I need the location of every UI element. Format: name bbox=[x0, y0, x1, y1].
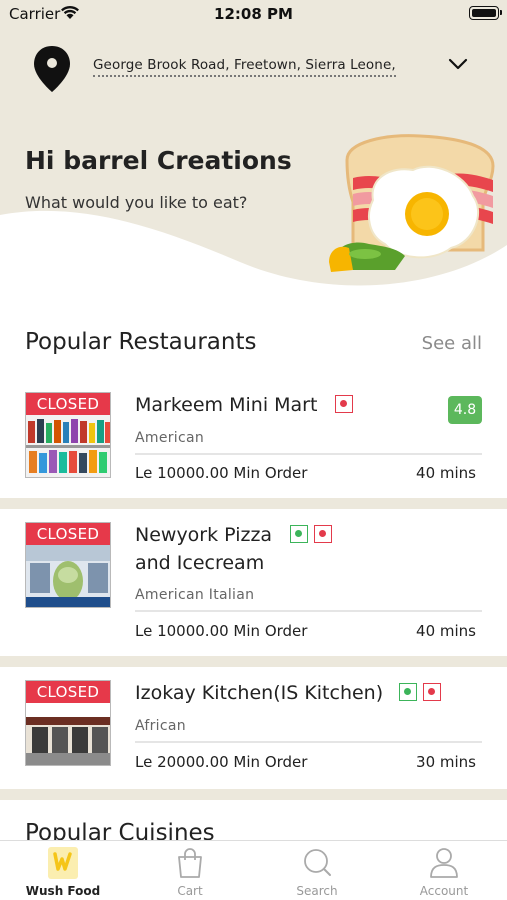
card-divider-line bbox=[135, 610, 482, 612]
nonveg-indicator-icon bbox=[335, 395, 353, 413]
min-order: Le 10000.00 Min Order bbox=[135, 622, 308, 640]
battery-icon bbox=[469, 6, 502, 20]
restaurant-card[interactable]: CLOSED Izokay Kitchen(IS Kitchen) Africa… bbox=[0, 667, 507, 789]
delivery-time: 40 mins bbox=[416, 464, 476, 482]
greeting-subtitle: What would you like to eat? bbox=[25, 193, 248, 212]
card-divider-line bbox=[135, 453, 482, 455]
delivery-address[interactable]: George Brook Road, Freetown, Sierra Leon… bbox=[93, 57, 396, 77]
tab-account[interactable]: Account bbox=[381, 841, 507, 900]
restaurant-cuisine: African bbox=[135, 718, 186, 734]
card-separator bbox=[0, 656, 507, 667]
card-divider-line bbox=[135, 741, 482, 743]
location-pin-icon[interactable] bbox=[32, 44, 72, 94]
min-order: Le 20000.00 Min Order bbox=[135, 753, 308, 771]
wush-logo-icon bbox=[48, 847, 78, 879]
breakfast-illustration bbox=[329, 134, 495, 272]
tab-label: Account bbox=[419, 884, 469, 898]
delivery-time: 40 mins bbox=[416, 622, 476, 640]
restaurant-card[interactable]: CLOSED Markeem Mini Mart 4.8 American Le… bbox=[0, 383, 507, 496]
closed-badge: CLOSED bbox=[26, 681, 110, 703]
tab-label: Cart bbox=[177, 884, 203, 898]
restaurant-name[interactable]: Newyork Pizza bbox=[135, 522, 272, 549]
search-icon bbox=[304, 849, 331, 876]
clock: 12:08 PM bbox=[214, 5, 293, 23]
restaurant-thumbnail: CLOSED bbox=[25, 522, 111, 608]
nonveg-indicator-icon bbox=[314, 525, 332, 543]
status-bar: Carrier 12:08 PM bbox=[0, 0, 507, 28]
tab-label: Wush Food bbox=[25, 884, 101, 898]
card-separator bbox=[0, 789, 507, 800]
chevron-down-icon[interactable] bbox=[448, 57, 468, 71]
restaurant-name[interactable]: Izokay Kitchen(IS Kitchen) bbox=[135, 680, 383, 707]
delivery-time: 30 mins bbox=[416, 753, 476, 771]
bottom-tab-bar: Wush Food Cart Search Account bbox=[0, 840, 507, 900]
person-icon bbox=[430, 848, 458, 878]
tab-cart[interactable]: Cart bbox=[127, 841, 253, 900]
tab-search[interactable]: Search bbox=[254, 841, 380, 900]
rating-badge: 4.8 bbox=[448, 396, 482, 424]
restaurant-name-line2[interactable]: and Icecream bbox=[135, 550, 264, 577]
pizza-shop-image bbox=[26, 545, 110, 607]
greeting-title: Hi barrel Creations bbox=[25, 146, 292, 175]
closed-badge: CLOSED bbox=[26, 523, 110, 545]
restaurant-thumbnail: CLOSED bbox=[25, 392, 111, 478]
card-separator bbox=[0, 498, 507, 509]
bag-icon bbox=[178, 848, 202, 878]
popular-restaurants-title: Popular Restaurants bbox=[25, 329, 257, 355]
store-shelf-image bbox=[26, 415, 110, 477]
see-all-link[interactable]: See all bbox=[422, 333, 482, 354]
restaurant-thumbnail: CLOSED bbox=[25, 680, 111, 766]
tab-label: Search bbox=[296, 884, 338, 898]
veg-indicator-icon bbox=[399, 683, 417, 701]
closed-badge: CLOSED bbox=[26, 393, 110, 415]
veg-indicator-icon bbox=[290, 525, 308, 543]
restaurant-cuisine: American Italian bbox=[135, 587, 255, 603]
restaurant-name[interactable]: Markeem Mini Mart bbox=[135, 392, 317, 419]
nonveg-indicator-icon bbox=[423, 683, 441, 701]
tab-wush-food[interactable]: Wush Food bbox=[0, 841, 126, 900]
restaurant-card[interactable]: CLOSED Newyork Pizza and Icecream Americ… bbox=[0, 509, 507, 653]
restaurant-cuisine: American bbox=[135, 430, 205, 446]
min-order: Le 10000.00 Min Order bbox=[135, 464, 308, 482]
restaurant-storefront-image bbox=[26, 703, 110, 765]
hero-header: George Brook Road, Freetown, Sierra Leon… bbox=[0, 0, 507, 300]
